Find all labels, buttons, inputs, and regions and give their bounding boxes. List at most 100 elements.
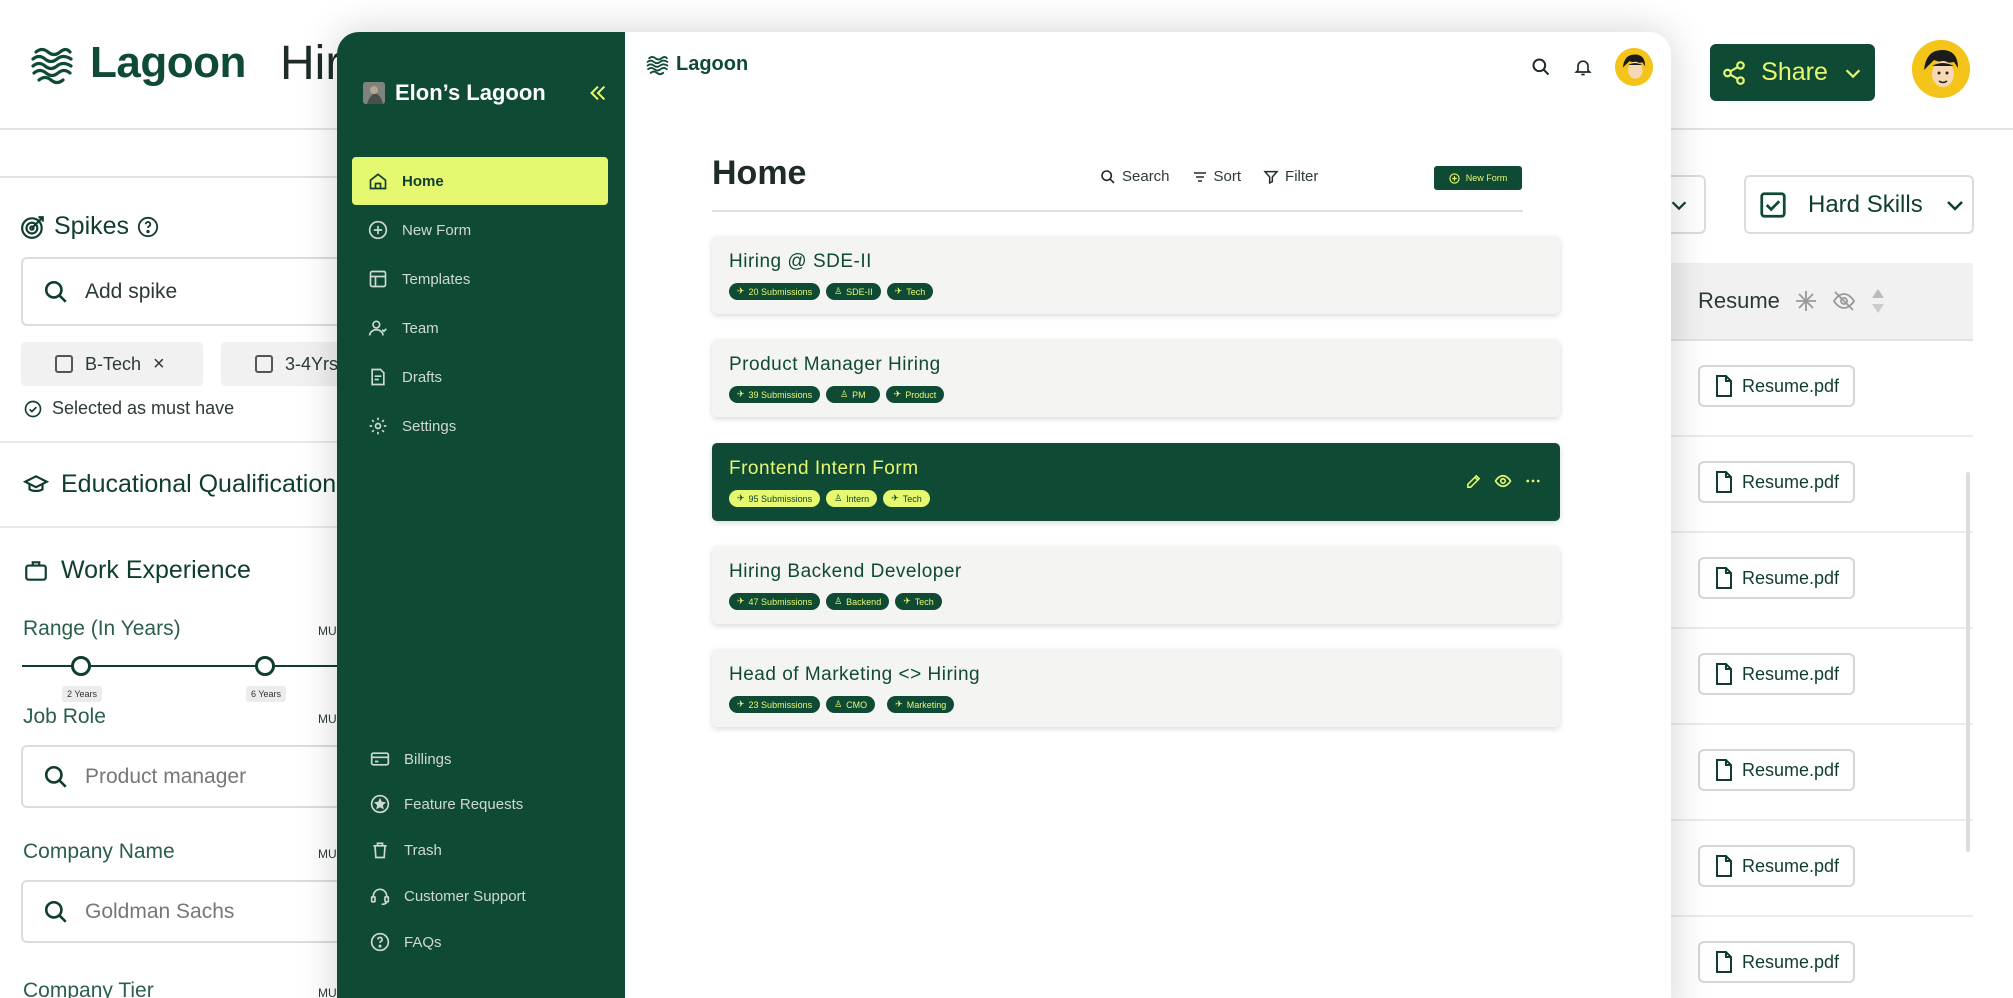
checkbox-icon[interactable] (255, 355, 273, 373)
form-title: Hiring Backend Developer (729, 561, 962, 582)
hide-icon[interactable] (1832, 289, 1856, 313)
resume-file-button[interactable]: Resume.pdf (1698, 941, 1856, 983)
gear-icon (369, 417, 387, 435)
form-card-selected[interactable]: Frontend Intern Form ✈ 95 Submissions ♙ In… (712, 443, 1560, 521)
must-toggle-label[interactable]: MU (318, 624, 337, 638)
resume-filename: Resume.pdf (1742, 951, 1840, 972)
spike-chip-btech[interactable]: B-Tech × (21, 342, 203, 386)
job-role-input[interactable]: Product manager (21, 745, 351, 808)
search-button[interactable]: Search (1100, 168, 1170, 185)
tag-label: PM (852, 389, 866, 400)
department-badge: ✈ Product (885, 386, 945, 403)
new-form-button[interactable]: New Form (1434, 166, 1522, 190)
job-role-label: Job Role (23, 705, 106, 728)
range-min-tag: 2 Years (62, 686, 103, 702)
edit-icon[interactable] (1465, 473, 1482, 490)
table-row: Resume.pdf (1668, 725, 1973, 821)
search-icon (44, 900, 67, 923)
resume-file-button[interactable]: Resume.pdf (1698, 461, 1856, 503)
form-tags: ✈ 47 Submissions ♙ Backend ✈ Tech (729, 593, 942, 610)
lagoon-logo-icon (646, 56, 669, 76)
sidebar-item-label: Settings (402, 417, 457, 435)
hard-skills-dropdown[interactable]: Hard Skills (1744, 175, 1974, 234)
chevron-down-icon (1671, 200, 1687, 210)
range-max-tag: 6 Years (246, 686, 287, 702)
range-slider-track[interactable] (22, 665, 342, 667)
resume-filename: Resume.pdf (1742, 855, 1840, 876)
resume-file-button[interactable]: Resume.pdf (1698, 653, 1856, 695)
spike-chip-experience[interactable]: 3-4Yrs (221, 342, 351, 386)
document-icon (1716, 471, 1732, 493)
top-logo[interactable]: Lagoon (646, 52, 748, 76)
rocket-icon: ✈ (893, 389, 902, 399)
sidebar-item-billings[interactable]: Billings (370, 749, 452, 769)
bell-icon[interactable] (1573, 57, 1593, 77)
page-title: Home (712, 154, 807, 192)
sort-button[interactable]: Sort (1192, 168, 1241, 185)
sort-icon[interactable] (1870, 287, 1886, 315)
tag-label: Intern (846, 493, 870, 504)
filter-button[interactable]: Filter (1263, 168, 1318, 185)
freeze-icon[interactable] (1794, 289, 1818, 313)
top-actions (1531, 48, 1653, 86)
form-tags: ✈ 39 Submissions ♙ PM ✈ Product (729, 386, 945, 403)
sidebar-item-trash[interactable]: Trash (370, 840, 442, 860)
checkbox-icon[interactable] (55, 355, 73, 373)
must-toggle-label[interactable]: MU (318, 847, 337, 861)
search-icon (1101, 169, 1115, 184)
resume-file-button[interactable]: Resume.pdf (1698, 557, 1856, 599)
resume-file-button[interactable]: Resume.pdf (1698, 845, 1856, 887)
collapse-sidebar-icon[interactable] (587, 82, 609, 104)
workspace-switcher[interactable]: Elon’s Lagoon (363, 80, 546, 106)
search-icon[interactable] (1531, 57, 1551, 77)
rocket-icon: ✈ (894, 286, 903, 296)
must-toggle-label[interactable]: MU (318, 712, 337, 726)
sidebar-item-drafts[interactable]: Drafts (352, 353, 608, 401)
help-icon[interactable] (137, 216, 159, 238)
form-card[interactable]: Hiring Backend Developer ✈ 47 Submissions… (712, 546, 1560, 624)
form-title: Head of Marketing <> Hiring (729, 664, 981, 685)
user-avatar[interactable] (1912, 40, 1970, 98)
company-name-input[interactable]: Goldman Sachs (21, 880, 351, 943)
spike-search-input[interactable]: Add spike (21, 257, 351, 326)
workspace-name: Elon’s Lagoon (395, 80, 546, 105)
table-scrollbar[interactable] (1966, 472, 1970, 852)
sidebar-item-home[interactable]: Home (352, 157, 608, 205)
must-toggle-label[interactable]: MU (318, 986, 337, 998)
tag-label: Product (905, 389, 937, 400)
tag-label: 20 Submissions (748, 286, 813, 297)
range-max-handle[interactable] (255, 656, 275, 676)
sidebar-item-faqs[interactable]: FAQs (370, 932, 442, 952)
sidebar-item-team[interactable]: Team (352, 304, 608, 352)
form-card[interactable]: Head of Marketing <> Hiring ✈ 23 Submissi… (712, 649, 1560, 727)
tag-label: Backend (846, 596, 882, 607)
sidebar-item-label: Trash (404, 841, 442, 859)
range-min-handle[interactable] (71, 656, 91, 676)
spikes-label: Spikes (54, 212, 130, 240)
user-avatar[interactable] (1615, 48, 1653, 86)
rocket-icon: ✈ (737, 596, 745, 606)
sidebar-item-templates[interactable]: Templates (352, 255, 608, 303)
work-section-title[interactable]: Work Experience (23, 556, 251, 585)
form-card[interactable]: Hiring @ SDE-II ✈ 20 Submissions ♙ SDE-II … (712, 236, 1560, 314)
sidebar-item-feature-requests[interactable]: Feature Requests (370, 794, 523, 814)
sidebar-item-new-form[interactable]: New Form (352, 206, 608, 254)
education-section-title[interactable]: Educational Qualification (23, 470, 336, 499)
background-logo[interactable]: Lagoon (30, 38, 246, 88)
section-divider (0, 526, 340, 528)
department-badge: ✈ Tech (886, 283, 934, 300)
team-icon (368, 320, 387, 336)
graduation-cap-icon (23, 474, 49, 492)
close-icon[interactable]: × (153, 353, 165, 376)
eye-icon[interactable] (1494, 472, 1512, 490)
form-card[interactable]: Product Manager Hiring ✈ 39 Submissions ♙… (712, 339, 1560, 417)
sidebar-item-customer-support[interactable]: Customer Support (370, 886, 526, 906)
document-icon (1716, 855, 1732, 877)
resume-file-button[interactable]: Resume.pdf (1698, 365, 1856, 407)
sidebar-item-settings[interactable]: Settings (352, 402, 608, 450)
tag-label: 47 Submissions (748, 596, 813, 607)
share-button[interactable]: Share (1710, 44, 1875, 101)
table-row: Resume.pdf (1668, 437, 1973, 533)
more-icon[interactable] (1524, 472, 1542, 490)
resume-file-button[interactable]: Resume.pdf (1698, 749, 1856, 791)
